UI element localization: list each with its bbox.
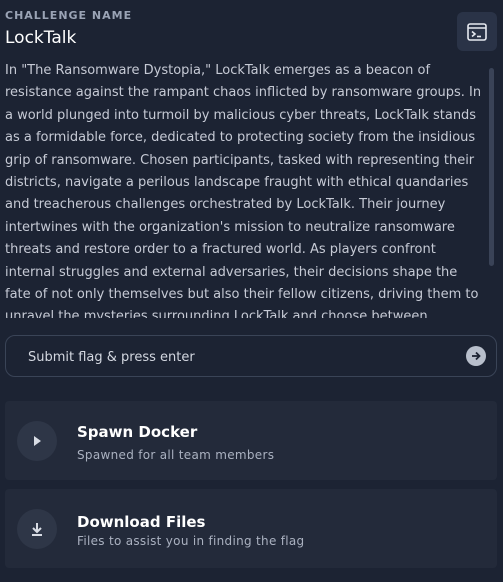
open-terminal-button[interactable]	[457, 12, 497, 51]
arrow-right-icon	[472, 351, 481, 361]
download-files-icon-button[interactable]	[17, 509, 57, 549]
submit-flag-button[interactable]	[466, 346, 486, 366]
spawn-docker-icon-button[interactable]	[17, 421, 57, 461]
download-files-subtitle: Files to assist you in finding the flag	[77, 534, 305, 548]
spawn-docker-subtitle: Spawned for all team members	[77, 448, 275, 462]
challenge-description: In "The Ransomware Dystopia," LockTalk e…	[5, 63, 482, 318]
flag-input-box	[5, 335, 497, 378]
description-scrollbar[interactable]	[489, 68, 494, 266]
download-files-title: Download Files	[77, 513, 206, 531]
play-icon	[34, 436, 41, 446]
spawn-docker-card[interactable]: Spawn Docker Spawned for all team member…	[5, 401, 497, 480]
description-scroll-area[interactable]: In "The Ransomware Dystopia," LockTalk e…	[0, 60, 496, 318]
terminal-window-icon	[467, 22, 487, 41]
challenge-title: LockTalk	[5, 28, 77, 48]
spawn-docker-title: Spawn Docker	[77, 423, 198, 441]
challenge-panel: CHALLENGE NAME LockTalk In "The Ransomwa…	[0, 0, 503, 582]
download-files-card[interactable]: Download Files Files to assist you in fi…	[5, 489, 497, 568]
flag-input[interactable]	[26, 336, 450, 378]
challenge-name-label: CHALLENGE NAME	[5, 9, 133, 22]
download-icon	[32, 523, 42, 536]
